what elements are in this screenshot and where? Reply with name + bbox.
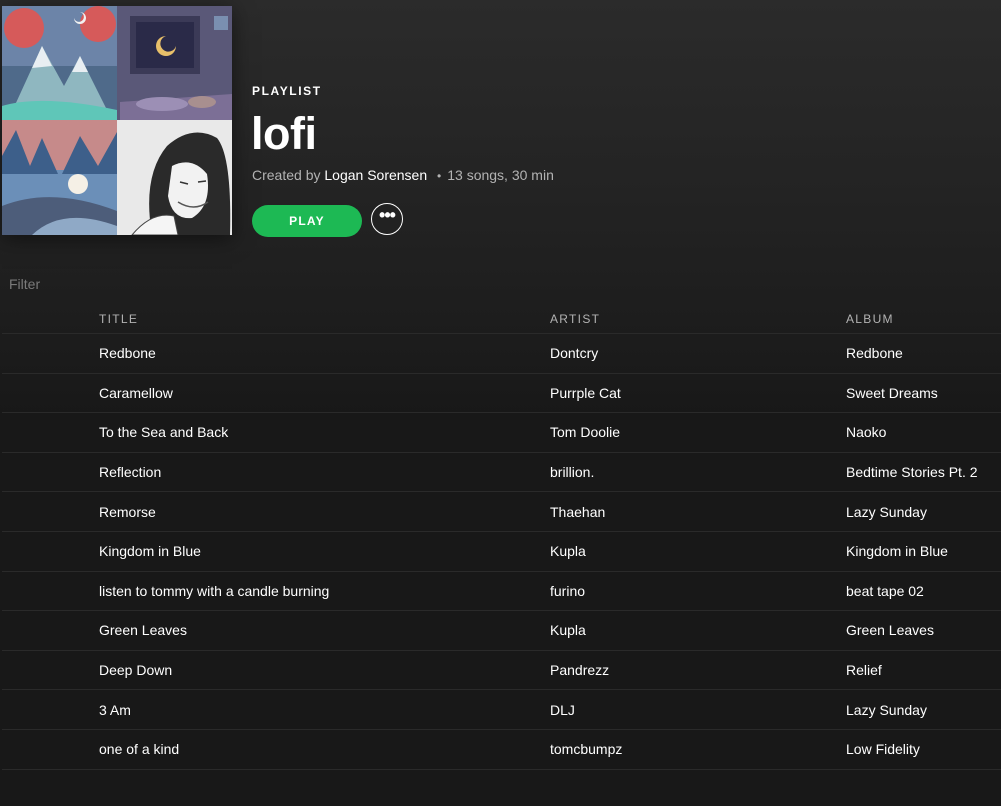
track-artist[interactable]: brillion. bbox=[550, 453, 594, 492]
column-header-album[interactable]: ALBUM bbox=[846, 305, 894, 333]
playlist-cover-mosaic[interactable] bbox=[2, 6, 232, 235]
playlist-title: lofi bbox=[251, 108, 317, 159]
track-album[interactable]: Green Leaves bbox=[846, 611, 934, 650]
track-row[interactable]: 3 Am DLJ Lazy Sunday bbox=[2, 690, 1001, 730]
track-title: To the Sea and Back bbox=[99, 424, 229, 441]
track-album[interactable]: Lazy Sunday bbox=[846, 690, 927, 729]
playlist-page: PLAYLIST lofi Created by Logan Sorensen … bbox=[0, 0, 1001, 806]
info-separator: • bbox=[437, 169, 442, 183]
track-album[interactable]: Low Fidelity bbox=[846, 730, 920, 769]
playlist-owner-link[interactable]: Logan Sorensen bbox=[324, 167, 427, 183]
tracklist-header: TITLE ARTIST ALBUM bbox=[2, 305, 1001, 334]
track-artist[interactable]: Dontcry bbox=[550, 334, 598, 373]
track-artist[interactable]: tomcbumpz bbox=[550, 730, 622, 769]
track-artist[interactable]: furino bbox=[550, 572, 585, 611]
more-options-icon: ••• bbox=[379, 205, 396, 225]
track-album[interactable]: Kingdom in Blue bbox=[846, 532, 948, 571]
track-artist[interactable]: Purrple Cat bbox=[550, 374, 621, 413]
tracklist: TITLE ARTIST ALBUM Redbone Dontcry Redbo… bbox=[2, 305, 1001, 770]
track-row[interactable]: Kingdom in Blue Kupla Kingdom in Blue bbox=[2, 532, 1001, 572]
more-options-button[interactable]: ••• bbox=[371, 203, 403, 235]
track-row[interactable]: Redbone Dontcry Redbone bbox=[2, 334, 1001, 374]
created-by-prefix: Created by bbox=[252, 167, 321, 183]
track-title: Deep Down bbox=[99, 662, 173, 679]
track-album[interactable]: Naoko bbox=[846, 413, 886, 452]
track-artist[interactable]: Tom Doolie bbox=[550, 413, 620, 452]
track-title: Green Leaves bbox=[99, 622, 187, 639]
track-artist[interactable]: Thaehan bbox=[550, 492, 605, 531]
track-title: Remorse bbox=[99, 503, 156, 520]
track-title: 3 Am bbox=[99, 701, 131, 718]
track-title: one of a kind bbox=[99, 741, 180, 758]
cover-art-bedroom bbox=[117, 6, 232, 120]
column-header-title[interactable]: TITLE bbox=[99, 305, 138, 333]
cover-art-mountains bbox=[2, 6, 117, 120]
cover-art-forest bbox=[2, 120, 117, 235]
track-artist[interactable]: DLJ bbox=[550, 690, 575, 729]
track-title: Kingdom in Blue bbox=[99, 543, 201, 560]
track-album[interactable]: Bedtime Stories Pt. 2 bbox=[846, 453, 978, 492]
track-row[interactable]: Remorse Thaehan Lazy Sunday bbox=[2, 492, 1001, 532]
playlist-meta: PLAYLIST bbox=[252, 84, 322, 98]
track-title: listen to tommy with a candle burning bbox=[99, 582, 330, 599]
track-row[interactable]: Caramellow Purrple Cat Sweet Dreams bbox=[2, 374, 1001, 414]
track-album[interactable]: beat tape 02 bbox=[846, 572, 924, 611]
track-row[interactable]: Green Leaves Kupla Green Leaves bbox=[2, 611, 1001, 651]
track-artist[interactable]: Kupla bbox=[550, 611, 586, 650]
track-album[interactable]: Sweet Dreams bbox=[846, 374, 938, 413]
track-album[interactable]: Relief bbox=[846, 651, 882, 690]
track-title: Caramellow bbox=[99, 384, 173, 401]
track-artist[interactable]: Kupla bbox=[550, 532, 586, 571]
filter-input[interactable] bbox=[9, 274, 209, 294]
track-album[interactable]: Lazy Sunday bbox=[846, 492, 927, 531]
cover-art-girl-sketch bbox=[117, 120, 232, 235]
track-title: Redbone bbox=[99, 345, 156, 362]
track-album[interactable]: Redbone bbox=[846, 334, 903, 373]
playlist-type-label: PLAYLIST bbox=[252, 84, 322, 98]
track-row[interactable]: Reflection brillion. Bedtime Stories Pt.… bbox=[2, 453, 1001, 493]
track-row[interactable]: listen to tommy with a candle burning fu… bbox=[2, 572, 1001, 612]
track-title: Reflection bbox=[99, 464, 162, 481]
track-artist[interactable]: Pandrezz bbox=[550, 651, 609, 690]
playlist-stats: 13 songs, 30 min bbox=[447, 167, 554, 183]
track-row[interactable]: Deep Down Pandrezz Relief bbox=[2, 651, 1001, 691]
playlist-info: Created by Logan Sorensen • 13 songs, 30 … bbox=[252, 166, 554, 185]
track-row[interactable]: To the Sea and Back Tom Doolie Naoko bbox=[2, 413, 1001, 453]
play-button[interactable]: PLAY bbox=[252, 205, 362, 237]
track-row[interactable]: one of a kind tomcbumpz Low Fidelity bbox=[2, 730, 1001, 770]
column-header-artist[interactable]: ARTIST bbox=[550, 305, 600, 333]
